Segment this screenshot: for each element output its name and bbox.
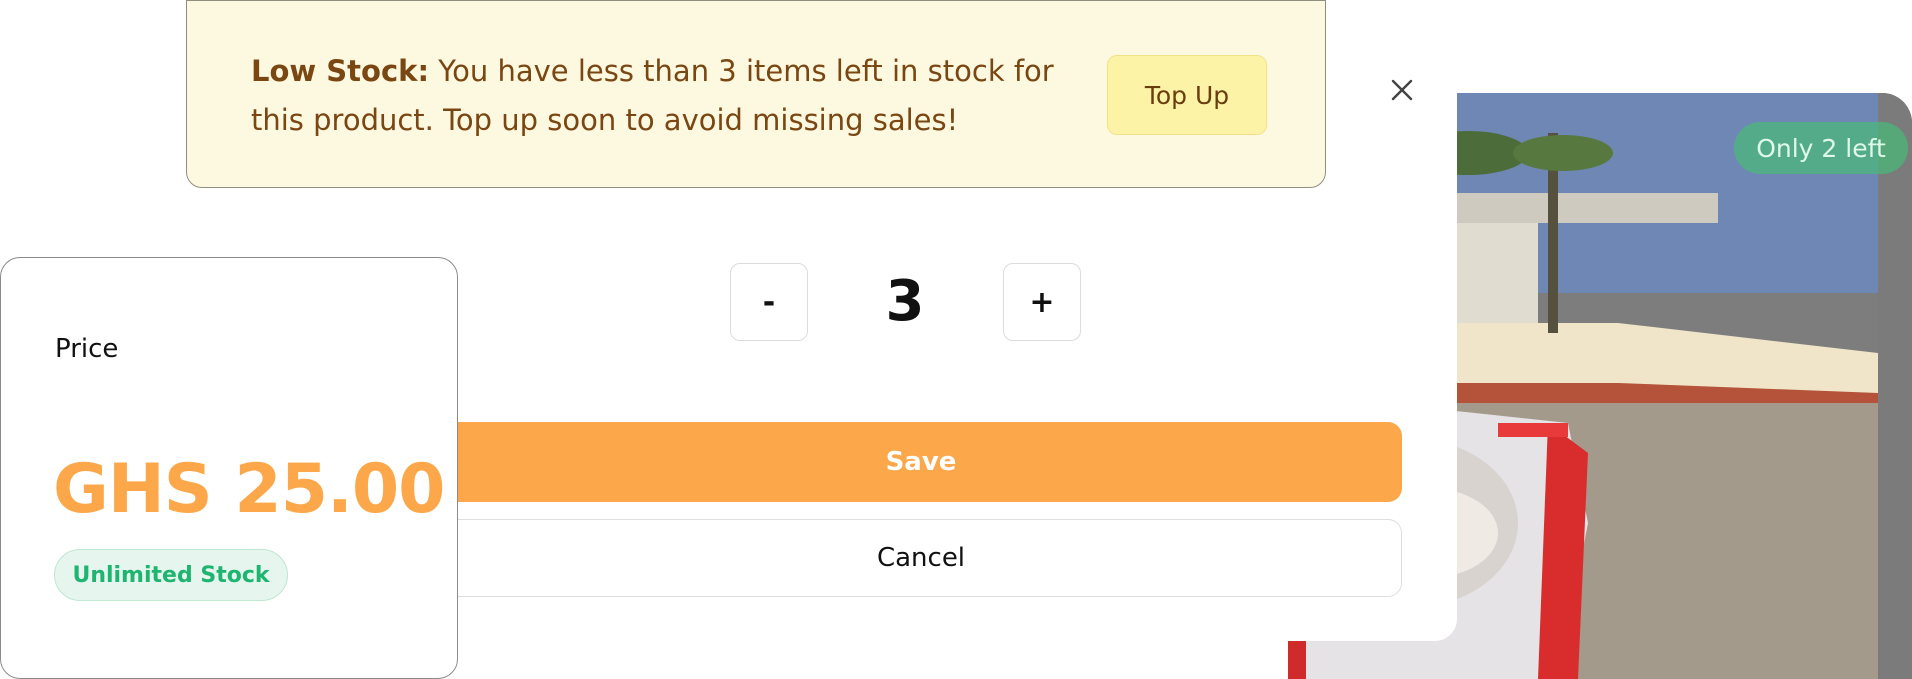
- stock-left-badge: Only 2 left: [1734, 122, 1908, 174]
- cancel-button[interactable]: Cancel: [440, 519, 1402, 597]
- price-value: GHS 25.00: [53, 450, 445, 529]
- top-up-button[interactable]: Top Up: [1107, 55, 1267, 135]
- banner-title: Low Stock:: [251, 54, 430, 88]
- close-button[interactable]: [1384, 74, 1420, 110]
- price-card: Price GHS 25.00 Unlimited Stock: [0, 257, 458, 679]
- quantity-value: 3: [885, 268, 925, 334]
- increment-button[interactable]: +: [1003, 263, 1081, 341]
- price-label: Price: [55, 334, 119, 364]
- stock-status-badge: Unlimited Stock: [54, 549, 288, 601]
- low-stock-banner: Low Stock: You have less than 3 items le…: [186, 0, 1326, 188]
- save-button[interactable]: Save: [440, 422, 1402, 502]
- close-icon: [1391, 79, 1413, 105]
- decrement-button[interactable]: -: [730, 263, 808, 341]
- banner-message: Low Stock: You have less than 3 items le…: [251, 47, 1061, 145]
